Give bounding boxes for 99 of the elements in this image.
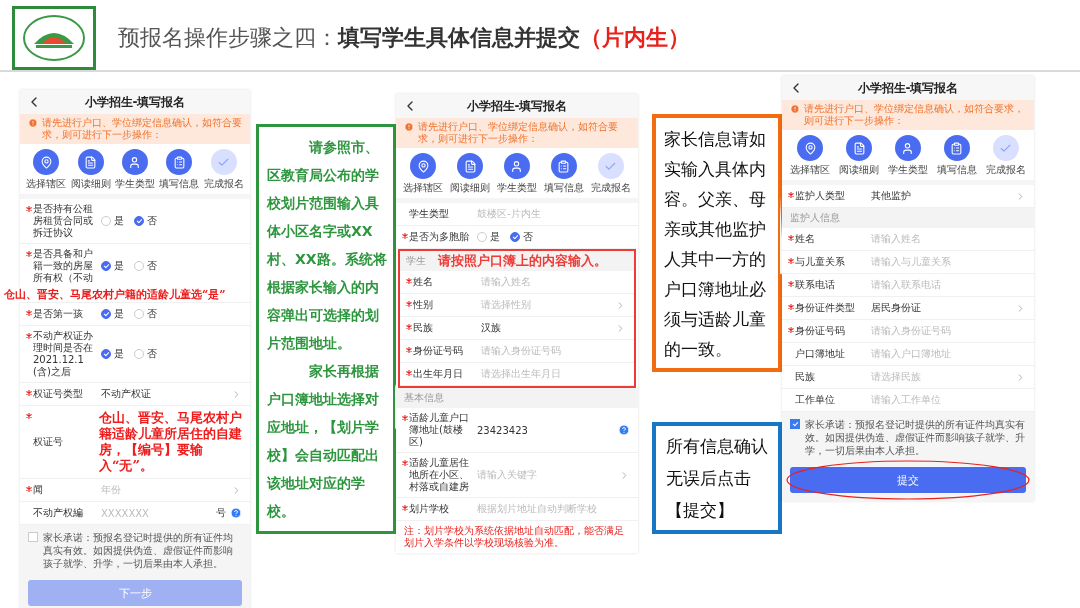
- radio-option[interactable]: 是: [101, 307, 124, 321]
- radio-option[interactable]: 否: [510, 230, 533, 244]
- input-field[interactable]: 请输入姓名: [871, 232, 1026, 246]
- section-heading: 基本信息: [396, 388, 638, 408]
- radio-option[interactable]: 是: [101, 214, 124, 228]
- field-label: 姓名: [795, 233, 816, 245]
- help-icon[interactable]: [618, 424, 630, 436]
- screen-title: 小学招生-填写报名: [84, 93, 186, 111]
- input-field[interactable]: 鼓楼区-片内生: [477, 207, 630, 221]
- step-label: 选择辖区: [403, 181, 444, 195]
- notice-text: 请先进行户口、学位绑定信息确认，如符合要求，则可进行下一步操作：: [42, 117, 242, 141]
- unit-label: 号: [216, 506, 226, 520]
- input-field[interactable]: 请选择民族: [871, 370, 1015, 384]
- field-label: 身份证件类型: [795, 302, 856, 314]
- agreement-text: 家长承诺：预报名登记时提供的所有证件均真实有效。如因提供伪造、虚假证件而影响孩子就学、升学，一切后果由本人承担。: [805, 418, 1026, 457]
- field-label: 是否第一孩: [33, 308, 84, 320]
- field-label: 适龄儿童居住地所在小区、村落或自建房: [409, 457, 470, 493]
- notice-text: 请先进行户口、学位绑定信息确认，如符合要求，则可进行下一步操作：: [804, 103, 1025, 127]
- help-icon[interactable]: [230, 507, 242, 519]
- radio-option[interactable]: 否: [134, 347, 157, 361]
- checkbox[interactable]: [28, 532, 38, 542]
- field-value[interactable]: 不动产权证: [101, 387, 231, 401]
- input-field[interactable]: 请输入身份证号码: [481, 344, 626, 358]
- slide-title: 填写学生具体信息并提交: [338, 24, 580, 52]
- checkbox[interactable]: [790, 419, 800, 429]
- screen-title: 小学招生-填写报名: [857, 79, 959, 97]
- radio-option[interactable]: 否: [134, 307, 157, 321]
- section-heading: 监护人信息: [782, 208, 1034, 228]
- field-label: 是否具备和户籍一致的房屋所有权（不动: [33, 248, 94, 284]
- section-heading: 学生: [406, 254, 426, 268]
- field-label: 权证号: [33, 436, 64, 448]
- warning-note: 注：划片学校为系统依据地址自动匹配，能否满足划片入学条件以学校现场核验为准。: [403, 524, 625, 550]
- field-label: 民族: [795, 371, 816, 383]
- field-label: 性别: [413, 299, 434, 311]
- field-label: 民族: [413, 322, 434, 334]
- radio-option[interactable]: 否: [134, 259, 157, 273]
- field-label: 工作单位: [795, 394, 836, 406]
- field-label: 适龄儿童户口簿地址(鼓楼区): [409, 412, 470, 448]
- alert-icon: [28, 118, 38, 128]
- input-field[interactable]: 请输入身份证号码: [871, 324, 1026, 338]
- input-field[interactable]: 请输入关键字: [477, 468, 619, 482]
- field-label: 不动产权证办理时间是否在2021.12.1(含)之后: [33, 330, 94, 378]
- callout-text: 所有信息确认无误后点击【提交】: [666, 435, 769, 522]
- step-label: 阅读细则: [70, 177, 111, 191]
- screen-title: 小学招生-填写报名: [466, 97, 568, 115]
- field-value[interactable]: 其他监护: [871, 189, 1015, 203]
- field-label: 不动产权編: [33, 507, 84, 519]
- radio-option[interactable]: 是: [101, 347, 124, 361]
- agreement-text: 家长承诺：预报名登记时提供的所有证件均真实有效。如因提供伪造、虚假证件而影响孩子就学、升学，一切后果由本人承担。: [43, 531, 234, 570]
- input-field[interactable]: 请输入联系电话: [871, 278, 1026, 292]
- step-label: 完成报名: [590, 181, 631, 195]
- callout-text: 家长信息请如实输入具体内容。父亲、母亲或其他监护人其中一方的户口簿地址必须与适龄儿童的一致。: [664, 128, 767, 361]
- input-field[interactable]: XXXXXXX: [101, 507, 216, 519]
- slide-title: （片内生）: [580, 24, 690, 52]
- field-label: 姓名: [413, 276, 434, 288]
- annotation-text: 请按照户口簿上的内容输入。: [438, 252, 607, 270]
- field-label: 与儿童关系: [795, 256, 846, 268]
- field-label: 学生类型: [409, 208, 450, 220]
- step-label: 阅读细则: [839, 163, 880, 177]
- field-value[interactable]: 23423423: [477, 424, 618, 436]
- callout-text: 家长再根据户口簿地址选择对应地址，【划片学校】会自动匹配出该地址对应的学校。: [267, 362, 380, 521]
- field-label: 身份证号码: [413, 345, 464, 357]
- field-label: 户口簿地址: [795, 348, 846, 360]
- alert-icon: [790, 104, 800, 114]
- notice-text: 请先进行户口、学位绑定信息确认，如符合要求，则可进行下一步操作：: [418, 121, 619, 145]
- callout-text: 请参照市、区教育局公布的学校划片范围输入具体小区名字或XX村、XX路。系统将根据家长输入的内容弹出可选择的划片范围地址。: [267, 138, 388, 353]
- field-value[interactable]: 居民身份证: [871, 301, 1015, 315]
- school-logo: [22, 14, 86, 62]
- step-label: 填写信息: [936, 163, 977, 177]
- slide-title: 预报名操作步骤之四：: [118, 24, 338, 52]
- alert-icon: [404, 122, 414, 132]
- field-label: 闻: [33, 484, 44, 496]
- step-label: 填写信息: [543, 181, 584, 195]
- step-label: 学生类型: [497, 181, 537, 195]
- field-label: 联系电话: [795, 279, 836, 291]
- radio-option[interactable]: 否: [134, 214, 157, 228]
- step-label: 完成报名: [203, 177, 244, 191]
- field-label: 出生年月日: [413, 368, 464, 380]
- input-field[interactable]: 年份: [101, 483, 231, 497]
- field-value[interactable]: 汉族: [481, 321, 615, 335]
- field-label: 是否持有公租房租赁合同或拆迁协议: [33, 203, 94, 239]
- step-label: 学生类型: [114, 177, 155, 191]
- field-label: 权证号类型: [33, 388, 84, 400]
- step-label: 填写信息: [159, 177, 200, 191]
- field-label: 划片学校: [409, 503, 450, 515]
- radio-option[interactable]: 是: [101, 259, 124, 273]
- step-label: 完成报名: [985, 163, 1026, 177]
- step-label: 阅读细则: [450, 181, 491, 195]
- step-label: 学生类型: [888, 163, 928, 177]
- radio-option[interactable]: 是: [477, 230, 500, 244]
- submit-button[interactable]: 提交: [790, 467, 1026, 493]
- field-label: 身份证号码: [795, 325, 846, 337]
- field-label: 是否为多胞胎: [409, 231, 470, 243]
- step-label: 选择辖区: [26, 177, 67, 191]
- annotation-text: 仓山、晋安、马尾农村户籍适龄儿童所居住的自建房，【编号】要输入“无”。: [99, 410, 242, 474]
- step-label: 选择辖区: [790, 163, 831, 177]
- annotation-text: 仓山、晋安、马尾农村户籍的适龄儿童选“是”: [4, 287, 226, 302]
- input-field[interactable]: 请输入姓名: [481, 275, 626, 289]
- field-label: 监护人类型: [795, 190, 846, 202]
